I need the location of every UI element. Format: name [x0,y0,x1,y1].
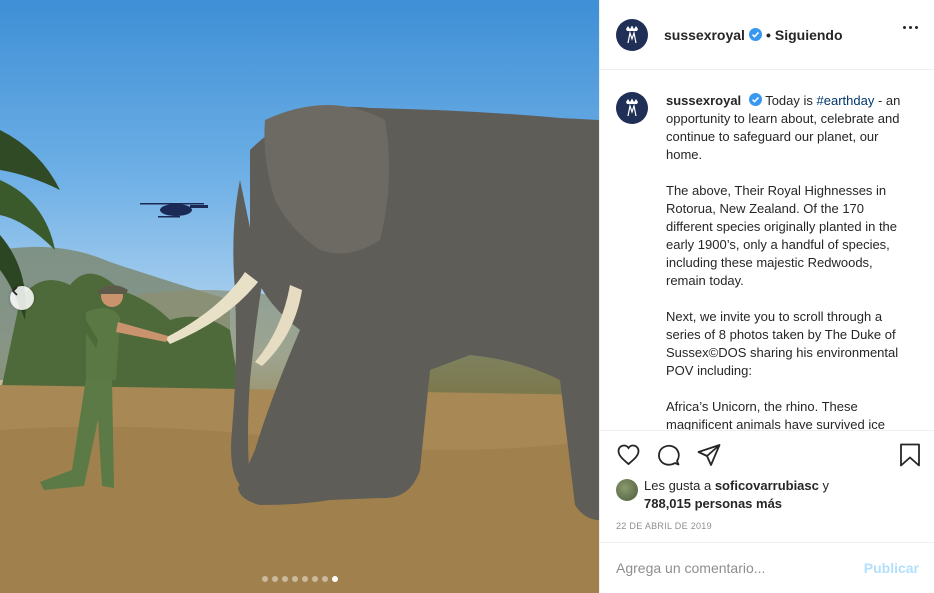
avatar[interactable] [616,18,648,51]
header-username[interactable]: sussexroyal [664,27,745,43]
royal-monogram-icon [626,25,638,43]
likes-count-link[interactable]: 788,015 personas más [644,496,782,511]
carousel-dot-active [332,576,338,582]
heart-icon[interactable] [616,443,641,467]
more-options-icon [903,26,906,29]
verified-badge-icon [748,93,762,106]
likes-summary: Les gusta a soficovarrubiasc y 788,015 p… [616,477,829,513]
caption-avatar[interactable] [616,92,648,124]
verified-badge-icon [748,28,762,41]
bookmark-icon[interactable] [899,443,921,467]
more-options-button[interactable] [903,26,918,29]
carousel-dot [292,576,298,582]
carousel-dot [302,576,308,582]
comment-icon[interactable] [656,443,681,467]
header-separator: • [765,26,771,43]
carousel-dot [312,576,318,582]
caption-intro: Today is [765,93,817,108]
likes-text: Les gusta a soficovarrubiasc y 788,015 p… [644,477,829,513]
hashtag-link[interactable]: #earthday [817,93,875,108]
caption: sussexroyal Today is #earthday - an oppo… [616,92,919,430]
carousel-dot [262,576,268,582]
carousel-dot [272,576,278,582]
post-header: sussexroyal • Siguiendo [600,0,934,70]
post-photo[interactable] [0,0,599,593]
carousel-dot [322,576,328,582]
likes-conjunction: y [818,478,829,493]
liker-avatar[interactable] [616,479,638,501]
carousel-prev-button[interactable] [10,286,34,310]
caption-paragraph: Africa’s Unicorn, the rhino. These magni… [666,399,885,430]
post-date[interactable]: 22 DE ABRIL DE 2019 [616,521,712,531]
caption-text: sussexroyal Today is #earthday - an oppo… [666,92,902,430]
chevron-left-icon [11,286,18,296]
comment-input[interactable] [616,560,864,576]
carousel-dot [282,576,288,582]
comment-form: Publicar [600,542,934,593]
post-side-panel: sussexroyal • Siguiendo sussexroyal Toda… [599,0,934,593]
post-actions: Les gusta a soficovarrubiasc y 788,015 p… [600,430,934,542]
elephant-photo-illustration [0,105,599,593]
caption-username[interactable]: sussexroyal [666,93,741,108]
follow-status-button[interactable]: Siguiendo [775,27,843,43]
caption-scroll-area[interactable]: sussexroyal Today is #earthday - an oppo… [600,70,934,430]
caption-paragraph: The above, Their Royal Highnesses in Rot… [666,183,898,288]
publish-button[interactable]: Publicar [864,560,919,576]
share-icon[interactable] [697,443,721,467]
carousel-indicator [262,576,338,582]
caption-paragraph: Next, we invite you to scroll through a … [666,309,899,378]
royal-monogram-icon [626,98,638,117]
action-icons-row [616,443,921,469]
likes-prefix: Les gusta a [644,478,715,493]
liker-username[interactable]: soficovarrubiasc [715,478,819,493]
